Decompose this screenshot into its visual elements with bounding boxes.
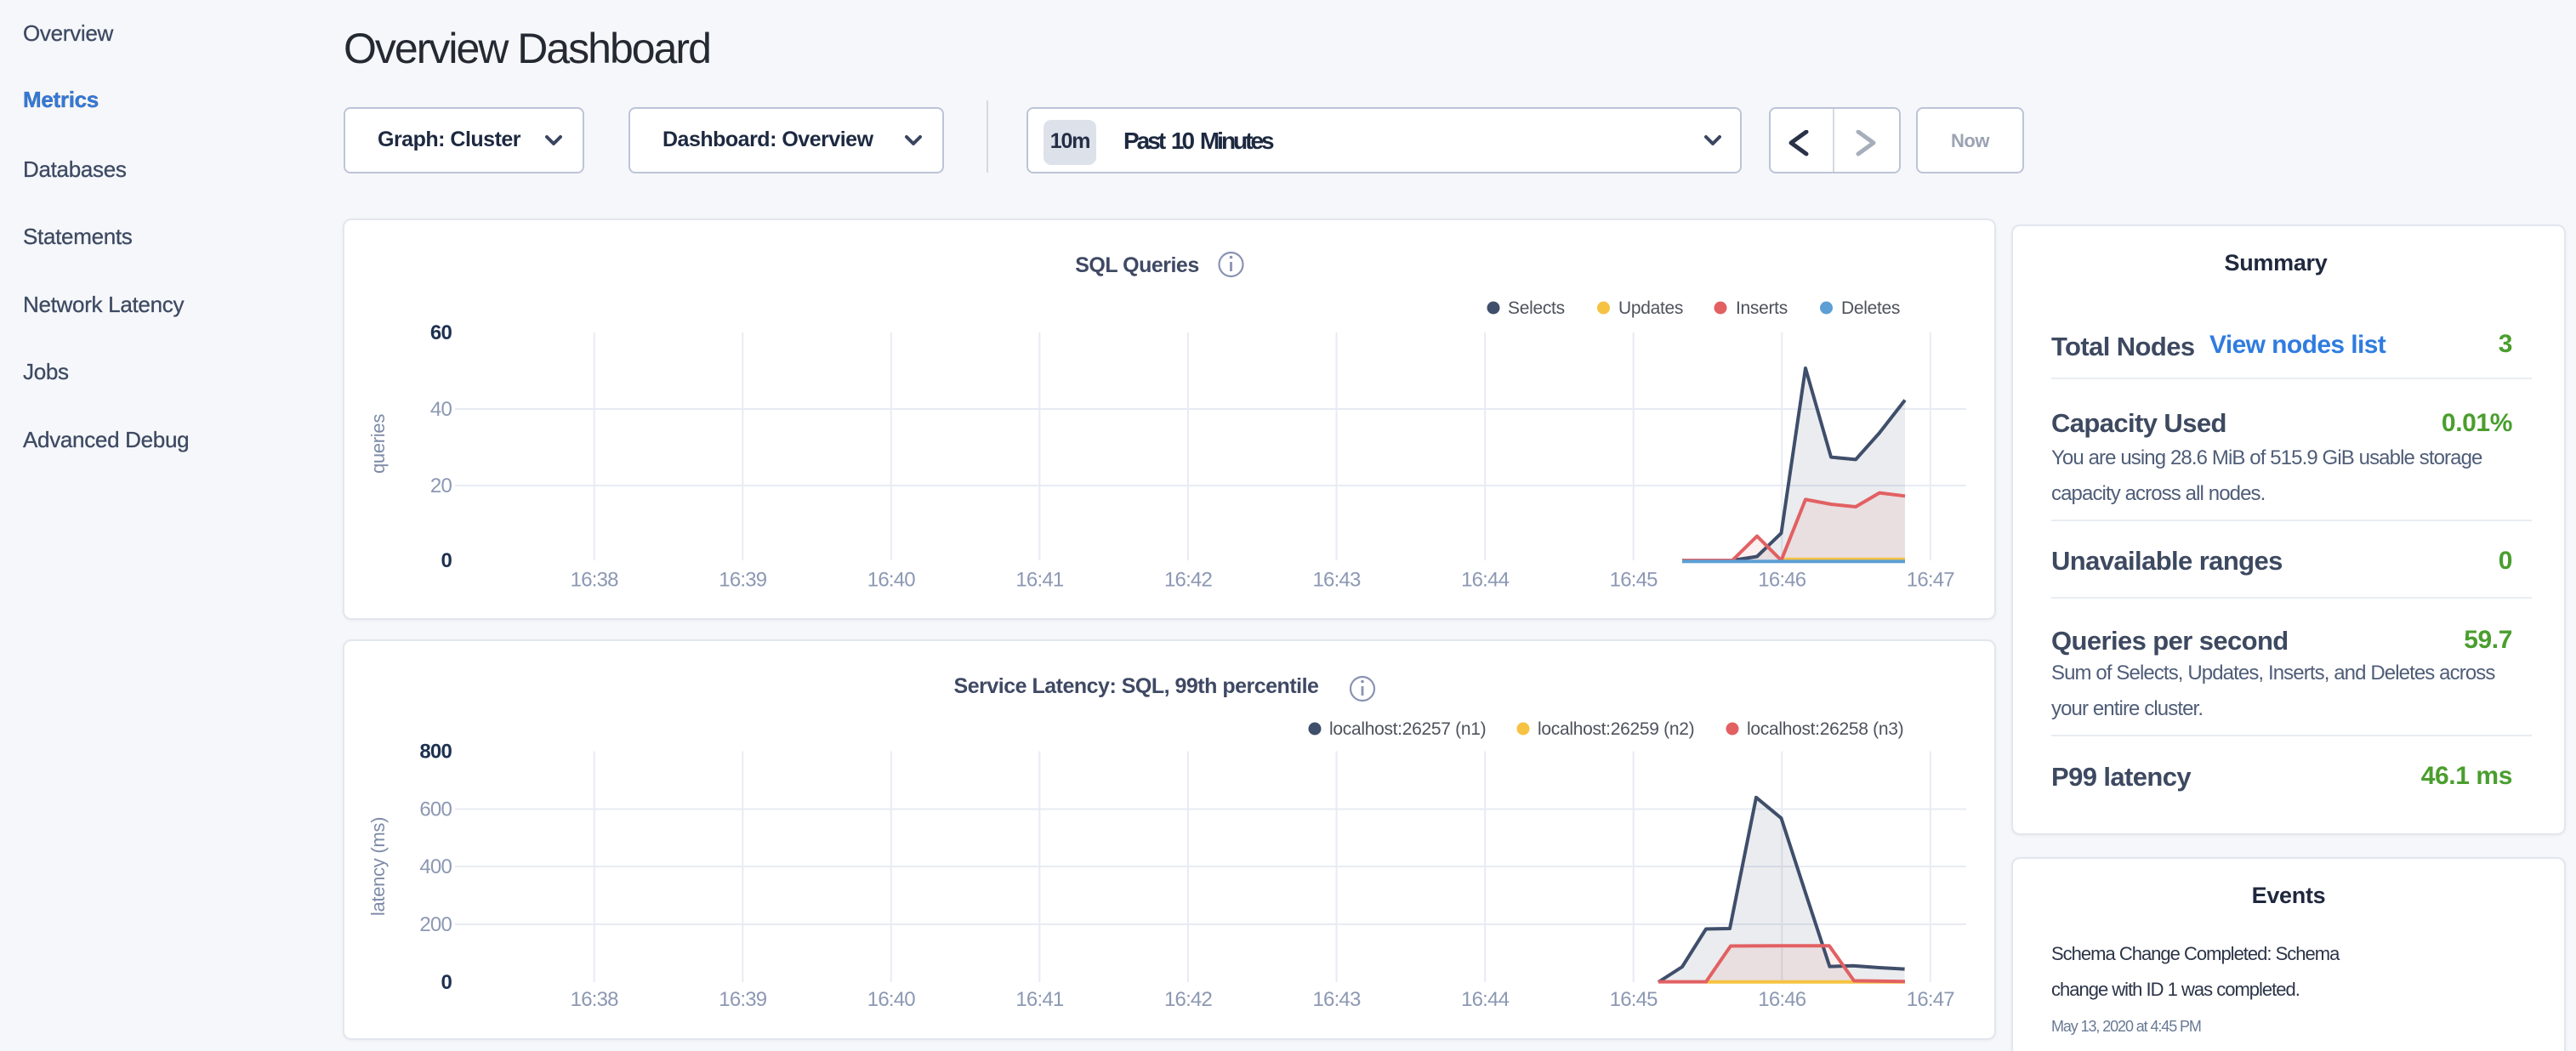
svg-text:16:47: 16:47 — [1907, 569, 1955, 592]
svg-text:16:43: 16:43 — [1312, 988, 1361, 1011]
svg-text:800: 800 — [419, 741, 452, 764]
svg-text:16:38: 16:38 — [571, 988, 619, 1011]
svg-text:400: 400 — [419, 855, 452, 878]
svg-text:SQL Queries: SQL Queries — [1075, 253, 1199, 277]
svg-text:16:43: 16:43 — [1312, 569, 1361, 592]
svg-text:localhost:26259 (n2): localhost:26259 (n2) — [1538, 719, 1694, 739]
svg-text:16:42: 16:42 — [1164, 569, 1213, 592]
svg-text:16:38: 16:38 — [571, 569, 619, 592]
svg-text:latency (ms): latency (ms) — [367, 817, 389, 916]
svg-text:60: 60 — [430, 321, 452, 344]
svg-text:40: 40 — [430, 398, 452, 421]
svg-text:0: 0 — [441, 549, 452, 572]
svg-text:16:47: 16:47 — [1907, 988, 1955, 1011]
svg-text:16:46: 16:46 — [1758, 569, 1806, 592]
svg-text:Inserts: Inserts — [1736, 298, 1788, 318]
svg-text:0: 0 — [441, 971, 452, 994]
svg-text:16:40: 16:40 — [867, 569, 916, 592]
svg-text:localhost:26258 (n3): localhost:26258 (n3) — [1747, 719, 1903, 739]
svg-text:16:45: 16:45 — [1610, 569, 1658, 592]
svg-text:localhost:26257 (n1): localhost:26257 (n1) — [1329, 719, 1486, 739]
svg-text:16:42: 16:42 — [1164, 988, 1213, 1011]
svg-text:20: 20 — [430, 474, 452, 497]
svg-text:queries: queries — [367, 414, 389, 474]
svg-text:16:44: 16:44 — [1461, 988, 1510, 1011]
svg-text:16:41: 16:41 — [1015, 988, 1064, 1011]
svg-text:16:45: 16:45 — [1610, 988, 1658, 1011]
svg-text:Selects: Selects — [1508, 298, 1565, 318]
svg-text:Updates: Updates — [1618, 298, 1683, 318]
svg-text:16:40: 16:40 — [867, 988, 916, 1011]
svg-text:Deletes: Deletes — [1841, 298, 1900, 318]
svg-text:Service Latency: SQL, 99th per: Service Latency: SQL, 99th percentile — [954, 674, 1319, 698]
svg-text:16:46: 16:46 — [1758, 988, 1806, 1011]
svg-text:600: 600 — [419, 798, 452, 821]
svg-text:16:39: 16:39 — [719, 988, 767, 1011]
svg-text:16:41: 16:41 — [1015, 569, 1064, 592]
svg-text:16:44: 16:44 — [1461, 569, 1510, 592]
svg-text:16:39: 16:39 — [719, 569, 767, 592]
svg-text:200: 200 — [419, 913, 452, 936]
